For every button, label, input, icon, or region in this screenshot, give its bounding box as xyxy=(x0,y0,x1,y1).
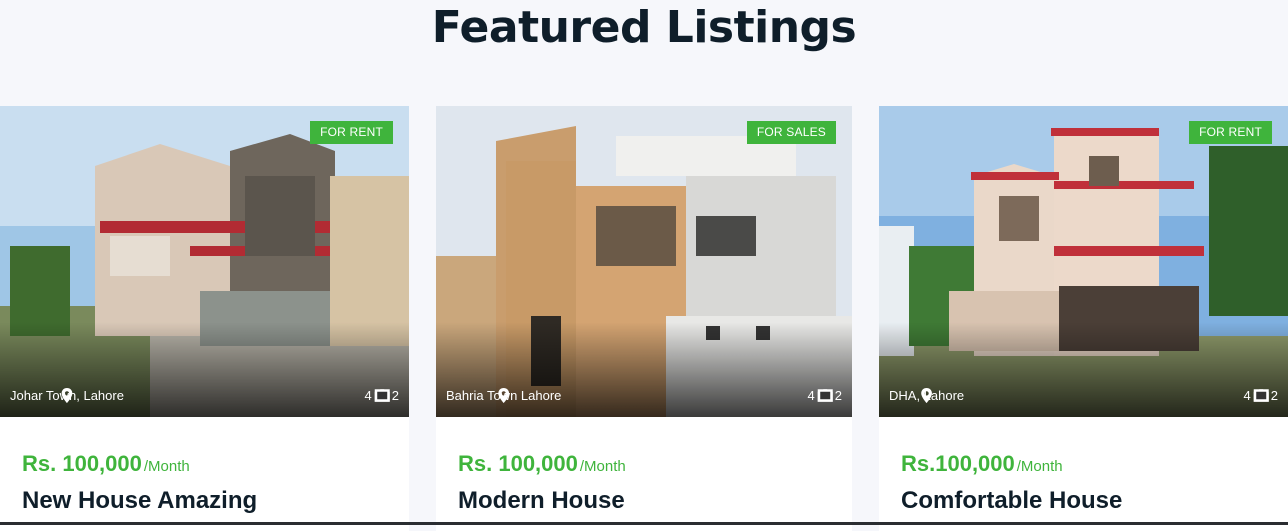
listing-location: Johar Town, Lahore xyxy=(10,388,124,403)
listing-stats: 4 2 xyxy=(808,388,842,403)
film-icon xyxy=(374,389,390,402)
listing-photo[interactable]: FOR RENT DHA, Lahore 4 2 xyxy=(879,106,1288,417)
listing-stats: 4 2 xyxy=(1244,388,1278,403)
listing-card[interactable]: FOR SALES Bahria Town Lahore 4 2 Rs. 100… xyxy=(436,106,852,531)
listing-photo[interactable]: FOR SALES Bahria Town Lahore 4 2 xyxy=(436,106,852,417)
price-period: /Month xyxy=(1016,458,1063,475)
listing-location: DHA, Lahore xyxy=(889,388,964,403)
price-period: /Month xyxy=(143,458,190,475)
film-icon xyxy=(1253,389,1269,402)
listing-location: Bahria Town Lahore xyxy=(446,388,561,403)
listing-stats: 4 2 xyxy=(365,388,399,403)
listing-status-badge: FOR SALES xyxy=(746,121,836,144)
film-icon xyxy=(817,389,833,402)
listing-card[interactable]: FOR RENT Johar Town, Lahore 4 2 Rs. 100,… xyxy=(0,106,409,531)
listing-title[interactable]: New House Amazing xyxy=(22,487,257,515)
map-pin-icon xyxy=(921,388,932,403)
map-pin-icon xyxy=(61,388,73,403)
section-title: Featured Listings xyxy=(431,2,857,53)
listing-status-badge: FOR RENT xyxy=(310,121,393,144)
price-period: /Month xyxy=(579,458,626,475)
listing-price: Rs. 100,000/Month xyxy=(458,451,626,476)
listing-price: Rs.100,000/Month xyxy=(901,451,1063,476)
listing-title[interactable]: Comfortable House xyxy=(901,487,1122,515)
listing-card[interactable]: FOR RENT DHA, Lahore 4 2 Rs.100,000/Mont… xyxy=(879,106,1288,531)
listing-photo[interactable]: FOR RENT Johar Town, Lahore 4 2 xyxy=(0,106,409,417)
listing-title[interactable]: Modern House xyxy=(458,487,625,515)
map-pin-icon xyxy=(498,388,510,403)
listing-price: Rs. 100,000/Month xyxy=(22,451,190,476)
listing-status-badge: FOR RENT xyxy=(1189,121,1272,144)
